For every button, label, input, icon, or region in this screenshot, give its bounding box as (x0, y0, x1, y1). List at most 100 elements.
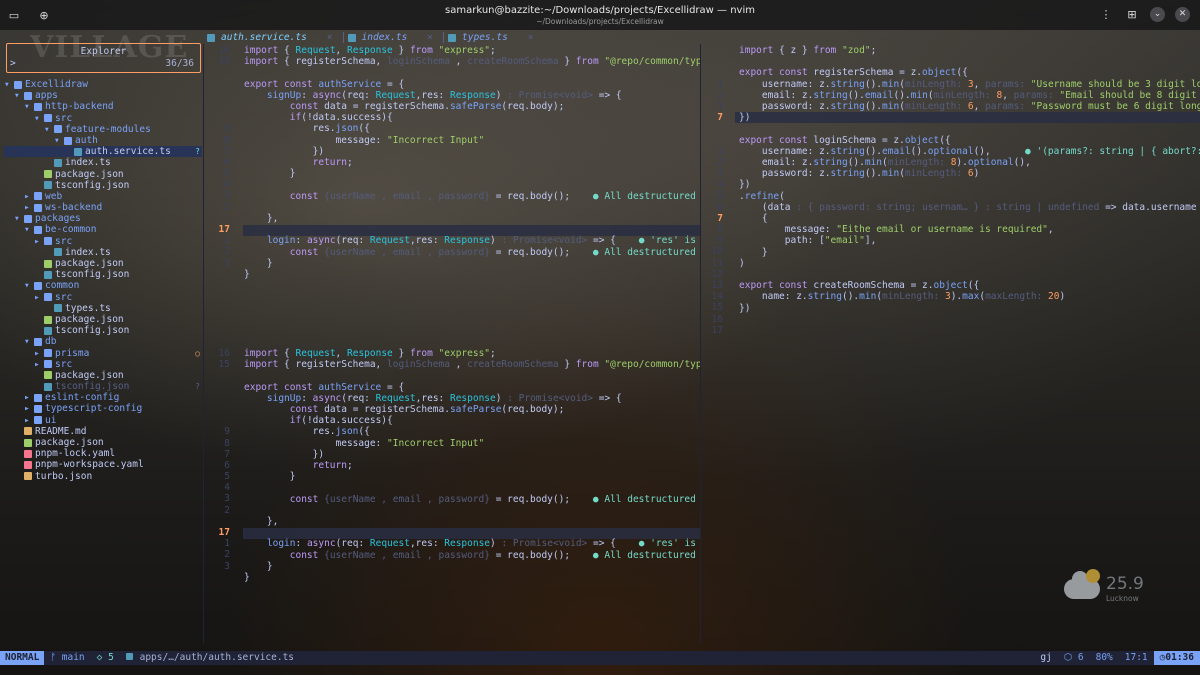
tree-file[interactable]: pnpm-workspace.yaml (4, 459, 202, 470)
code-token: string (813, 157, 848, 168)
tree-file[interactable]: auth.service.ts? (4, 146, 202, 158)
tab-auth-service[interactable]: auth.service.ts × (203, 31, 343, 44)
line-number (200, 90, 230, 101)
close-icon[interactable]: × (327, 32, 333, 43)
tree-folder[interactable]: ▾ auth (4, 135, 202, 146)
tree-file[interactable]: tsconfig.json (4, 325, 202, 336)
tree-item-label: package.json (35, 437, 104, 448)
tree-folder[interactable]: ▸ ws-backend (4, 202, 202, 213)
code-line: } (244, 258, 700, 269)
split-view-icon[interactable]: ⊞ (1124, 6, 1140, 22)
tree-file[interactable]: README.md (4, 426, 202, 437)
chevron-down-icon[interactable]: ▾ (24, 280, 34, 291)
code-token: = req.body(); (489, 549, 593, 561)
chevron-down-icon[interactable]: ▾ (24, 336, 34, 347)
chevron-right-icon[interactable]: ▸ (34, 348, 44, 359)
tree-file[interactable]: package.json (4, 314, 202, 325)
tree-file[interactable]: tsconfig.json (4, 269, 202, 280)
code-token: {userName , email , password} (318, 493, 490, 505)
tree-folder[interactable]: ▸ web (4, 191, 202, 202)
tree-folder[interactable]: ▾ feature-modules (4, 124, 202, 135)
tree-folder[interactable]: ▸ eslint-config (4, 392, 202, 403)
code-line: }, (244, 516, 700, 527)
tree-file[interactable]: index.ts (4, 157, 202, 168)
line-number: 2 (224, 246, 230, 258)
tree-folder[interactable]: ▾ common (4, 280, 202, 291)
explorer-search-box[interactable]: Explorer > 36/36 (6, 43, 201, 73)
tree-folder[interactable]: ▸ ui (4, 415, 202, 426)
chevron-right-icon[interactable]: ▸ (24, 191, 34, 202)
chevron-down-icon[interactable]: ▾ (14, 90, 24, 101)
new-tab-icon[interactable]: ⊕ (36, 7, 52, 23)
tree-file[interactable]: package.json (4, 370, 202, 381)
tree-file[interactable]: package.json (4, 169, 202, 180)
chevron-right-icon[interactable]: ▸ (24, 202, 34, 213)
tab-index[interactable]: index.ts × (344, 31, 444, 44)
tree-folder[interactable]: ▸ src (4, 292, 202, 303)
tab-types[interactable]: types.ts × (444, 31, 544, 44)
chevron-right-icon[interactable]: ▸ (24, 415, 34, 426)
code-token: } (739, 246, 768, 258)
tree-file[interactable]: tsconfig.json (4, 180, 202, 191)
tree-folder[interactable]: ▸ prisma ○ (4, 348, 202, 359)
close-icon[interactable]: × (528, 32, 534, 43)
tree-folder[interactable]: ▾ src (4, 113, 202, 124)
tree-file[interactable]: index.ts (4, 247, 202, 258)
code-token: string (830, 101, 865, 112)
code-token: if (289, 112, 302, 124)
chevron-down-icon[interactable]: ▾ (4, 79, 14, 90)
code-token: : Promise<void> (507, 392, 593, 404)
tree-item-label: feature-modules (65, 123, 151, 135)
chevron-right-icon[interactable]: ▸ (24, 392, 34, 403)
tree-folder[interactable]: ▸ typescript-config (4, 403, 202, 414)
line-number: 8 (224, 437, 230, 449)
tree-file[interactable]: package.json (4, 258, 202, 269)
chevron-right-icon[interactable]: ▸ (34, 236, 44, 247)
mode-indicator: NORMAL (0, 651, 45, 665)
chevron-down-icon[interactable]: ▾ (14, 213, 24, 224)
code-token: } (244, 560, 273, 572)
typescript-icon (125, 653, 133, 660)
tree-folder[interactable]: ▸ src (4, 359, 202, 370)
tree-folder[interactable]: ▾ apps (4, 90, 202, 101)
close-window-icon[interactable]: ✕ (1175, 6, 1190, 22)
chevron-down-icon[interactable]: ▾ (24, 224, 34, 235)
chevron-down-icon[interactable]: ▾ (34, 113, 44, 124)
line-number (200, 370, 230, 381)
tree-file[interactable]: pnpm-lock.yaml (4, 448, 202, 459)
statusbar: NORMAL ᚠ main ◇ 5 apps/…/auth/auth.servi… (0, 651, 1200, 665)
line-number: 4 (224, 482, 230, 494)
code-token: (). (864, 78, 883, 90)
code-block[interactable]: import { Request, Response } from "expre… (244, 348, 700, 583)
chevron-down-icon[interactable]: ▾ (44, 124, 54, 135)
tree-folder[interactable]: ▾ be-common (4, 224, 202, 235)
chevron-down-icon[interactable]: ▾ (24, 101, 34, 112)
tree-file[interactable]: tsconfig.json? (4, 381, 202, 392)
code-block[interactable]: import { Request, Response } from "expre… (244, 45, 700, 280)
menu-icon[interactable]: ⋮ (1098, 6, 1114, 22)
folder-icon (44, 293, 52, 302)
chevron-down-icon[interactable]: ⌄ (1150, 6, 1165, 22)
chevron-down-icon[interactable]: ▾ (54, 135, 64, 146)
chevron-right-icon[interactable]: ▸ (34, 292, 44, 303)
code-token: , (335, 45, 347, 56)
code-line: name: z.string().min(minLength: 3).max(m… (739, 291, 1200, 302)
close-icon[interactable]: × (427, 32, 433, 43)
tree-folder[interactable]: ▾ http-backend (4, 101, 202, 112)
tree-folder[interactable]: ▾ db (4, 336, 202, 347)
tree-folder[interactable]: ▾ Excellidraw (4, 79, 202, 90)
tree-file[interactable]: turbo.json (4, 471, 202, 482)
tree-folder[interactable]: ▸ src (4, 236, 202, 247)
tree-folder[interactable]: ▾ packages (4, 213, 202, 224)
terminal-icon[interactable]: ▭ (6, 7, 22, 23)
chevron-right-icon[interactable]: ▸ (24, 403, 34, 414)
code-block[interactable]: import { z } from "zod"; export const reg… (739, 45, 1200, 314)
chevron-right-icon[interactable]: ▸ (34, 359, 44, 370)
tree-file[interactable]: package.json (4, 437, 202, 448)
file-icon (44, 315, 52, 324)
code-line: export const authService = { (244, 382, 700, 393)
code-token: json (335, 123, 359, 135)
tree-file[interactable]: types.ts (4, 303, 202, 314)
